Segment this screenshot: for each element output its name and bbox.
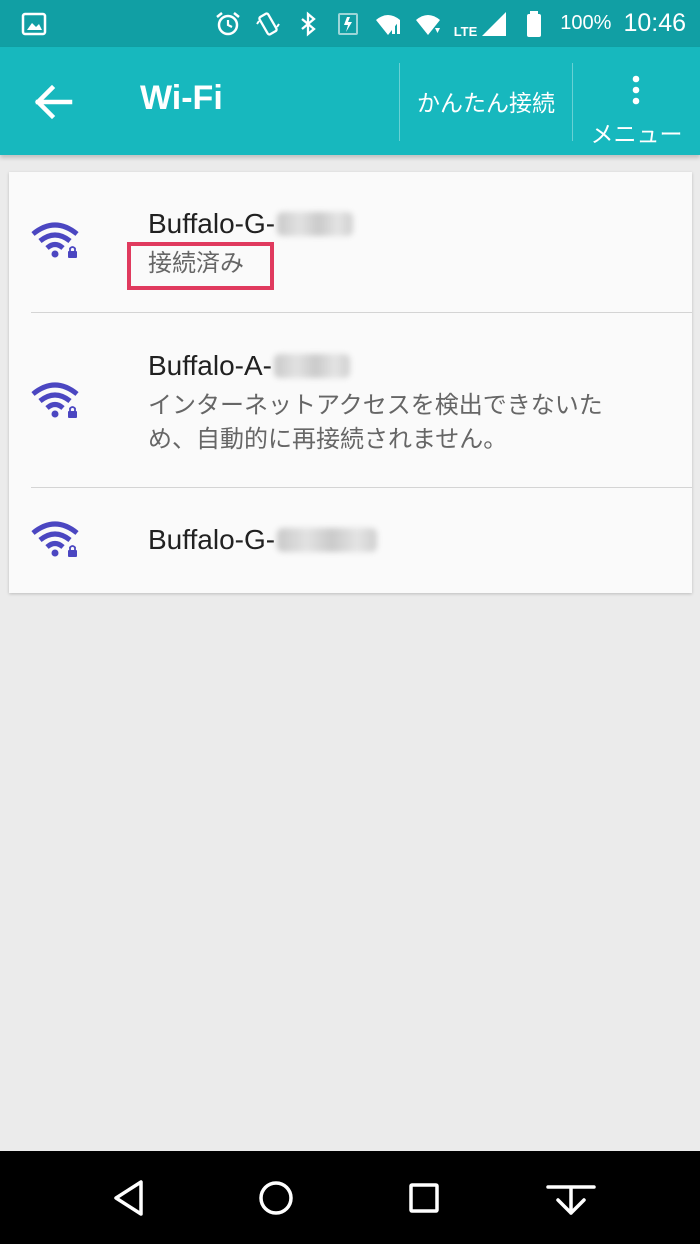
redacted-text xyxy=(274,354,350,378)
lte-signal-icon: LTE xyxy=(454,10,509,38)
status-bar: LTE 100% 10:46 xyxy=(0,0,700,47)
menu-label: メニュー xyxy=(590,122,683,148)
status-bar-right: LTE 100% 10:46 xyxy=(214,0,686,47)
wifi-network-list: Buffalo-G- 接続済み Buffalo-A- インターネットアクセスを検… xyxy=(9,172,692,593)
clock: 10:46 xyxy=(623,9,686,37)
wifi-network-item[interactable]: Buffalo-G- xyxy=(9,488,692,593)
more-vert-icon xyxy=(632,75,640,105)
network-status-line-2: め、自動的に再接続されません。 xyxy=(148,425,508,453)
redacted-text xyxy=(277,212,354,236)
app-bar: Wi-Fi かんたん接続 メニュー xyxy=(0,47,700,155)
vibrate-icon xyxy=(255,11,280,36)
lte-label: LTE xyxy=(453,23,478,39)
signal-bars-icon xyxy=(482,11,507,36)
bluetooth-icon xyxy=(300,11,316,36)
status-bar-left xyxy=(20,10,48,38)
battery-icon xyxy=(527,10,542,37)
network-status: 接続済み xyxy=(148,249,244,277)
network-status-line-1: インターネットアクセスを検出できないた xyxy=(148,391,603,419)
wifi-network-item[interactable]: Buffalo-A- インターネットアクセスを検出できないた め、自動的に再接続… xyxy=(9,313,692,488)
battery-saver-icon xyxy=(337,12,358,35)
back-icon[interactable] xyxy=(104,1173,154,1223)
back-arrow-icon[interactable] xyxy=(34,82,74,122)
wifi-locked-icon xyxy=(31,521,79,557)
easy-connect-button[interactable]: かんたん接続 xyxy=(400,47,572,155)
network-ssid: Buffalo-G- xyxy=(148,208,354,240)
navigation-bar xyxy=(0,1151,700,1244)
home-icon[interactable] xyxy=(251,1173,301,1223)
alarm-icon xyxy=(215,11,240,35)
network-ssid: Buffalo-G- xyxy=(148,524,378,556)
network-ssid: Buffalo-A- xyxy=(148,350,350,382)
hide-nav-icon[interactable] xyxy=(546,1173,596,1223)
image-icon xyxy=(21,12,47,36)
recents-icon[interactable] xyxy=(399,1173,449,1223)
wifi-calling-icon xyxy=(375,14,400,35)
wifi-icon xyxy=(415,14,440,35)
redacted-text xyxy=(277,528,378,552)
menu-button[interactable]: メニュー xyxy=(573,47,700,155)
easy-connect-label: かんたん接続 xyxy=(417,91,555,117)
battery-percent: 100% xyxy=(560,12,612,34)
network-ssid-text: Buffalo-A- xyxy=(148,350,272,381)
network-ssid-text: Buffalo-G- xyxy=(148,208,276,239)
wifi-locked-icon xyxy=(31,382,79,418)
wifi-locked-icon xyxy=(31,222,79,258)
page-title: Wi-Fi xyxy=(140,79,223,117)
network-ssid-text: Buffalo-G- xyxy=(148,524,276,555)
wifi-network-item[interactable]: Buffalo-G- 接続済み xyxy=(9,172,692,313)
